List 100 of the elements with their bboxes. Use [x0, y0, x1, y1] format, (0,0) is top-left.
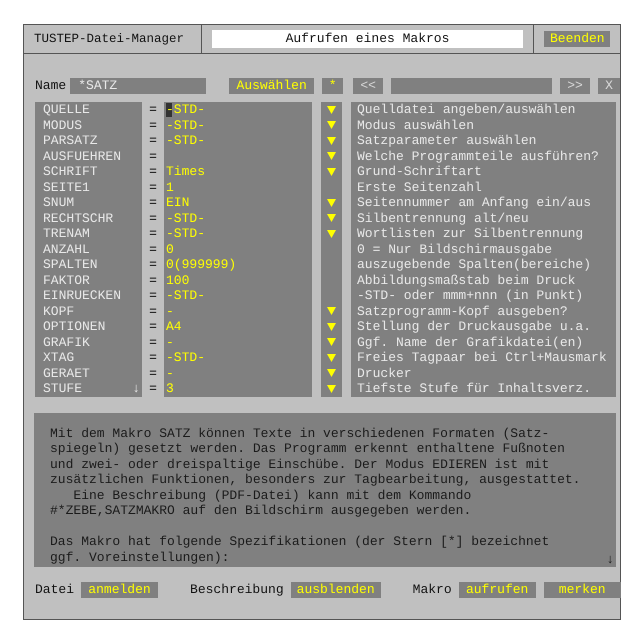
- equals-sign: =: [148, 304, 158, 319]
- parameter-description: auszugebende Spalten(bereiche): [357, 257, 592, 272]
- equals-sign: =: [148, 242, 158, 257]
- parameter-value-field[interactable]: -STD-: [164, 210, 312, 226]
- parameter-description: Drucker: [357, 366, 412, 380]
- parameter-value-field[interactable]: -STD-: [164, 350, 312, 366]
- parameter-name: GRAFIK: [43, 334, 90, 350]
- parameter-name: SEITE1: [43, 180, 90, 195]
- star-button[interactable]: *: [322, 78, 344, 94]
- clear-button[interactable]: X: [598, 78, 620, 94]
- equals-sign: =: [148, 226, 158, 242]
- equals-sign: =: [148, 210, 158, 226]
- scroll-down-mark[interactable]: ↓: [132, 381, 140, 396]
- parameter-description: Ggf. Name der Grafikdatei(en): [357, 334, 584, 350]
- parameter-description: Satzprogramm-Kopf ausgeben?: [357, 304, 568, 318]
- dialog-heading: Aufrufen eines Makros: [212, 30, 523, 48]
- name-field[interactable]: *SATZ: [70, 78, 206, 94]
- dropdown-cell[interactable]: [321, 381, 342, 396]
- description-text: #*ZEBE,SATZMAKRO auf den Bildschirm ausgegeben werden.: [50, 503, 472, 518]
- description-text: zusätzlichen Funktionen, besonders zur Tagbearbeitung, ausgestattet.: [50, 472, 580, 487]
- parameter-name: SNUM: [43, 195, 74, 210]
- footer-label: Datei: [35, 582, 74, 597]
- parameter-name: RECHTSCHR: [43, 210, 114, 226]
- description-text: Das Makro hat folgende Spezifikationen (der Stern [*] bezeichnet: [50, 534, 550, 549]
- parameter-description: Silbentrennung alt/neu: [357, 210, 529, 226]
- parameter-value-field[interactable]: -: [164, 304, 312, 319]
- parameter-value-field[interactable]: -: [164, 366, 312, 381]
- parameter-value-field[interactable]: -STD-: [164, 288, 312, 304]
- parameter-name: MODUS: [43, 118, 82, 133]
- parameter-name: ANZAHL: [43, 242, 90, 257]
- parameter-description: Abbildungsmaßstab beim Druck: [357, 272, 576, 288]
- parameter-value-field[interactable]: 0(999999): [164, 257, 312, 272]
- parameter-name: OPTIONEN: [43, 319, 106, 334]
- footer-label: Makro: [412, 582, 452, 597]
- equals-sign: =: [148, 350, 158, 366]
- parameter-value-field[interactable]: -STD-: [164, 226, 312, 242]
- description-text: und zwei- oder dreispaltige Einschübe. Der Modus EDIEREN ist mit: [50, 456, 550, 472]
- parameter-description: Satzparameter auswählen: [357, 133, 536, 148]
- parameter-description: Erste Seitenzahl: [357, 180, 482, 194]
- parameter-value-field[interactable]: -STD-: [164, 133, 312, 148]
- parameter-name: SCHRIFT: [43, 164, 98, 180]
- equals-sign: =: [148, 164, 158, 180]
- parameter-name: QUELLE: [43, 102, 90, 118]
- parameter-description: Seitennummer am Anfang ein/aus: [357, 195, 592, 210]
- equals-sign: =: [148, 272, 158, 288]
- equals-sign: =: [148, 118, 158, 133]
- parameter-value-field[interactable]: Times: [164, 164, 312, 180]
- description-text: Mit dem Makro SATZ können Texte in verschiedenen Formaten (Satz-: [50, 426, 550, 440]
- parameter-value-field[interactable]: 1: [164, 180, 312, 195]
- footer-button[interactable]: ausblenden: [290, 582, 381, 598]
- parameter-description: 0 = Nur Bildschirmausgabe: [357, 242, 552, 256]
- parameter-description: Wortlisten zur Silbentrennung: [357, 226, 584, 241]
- parameter-description: Tiefste Stufe für Inhaltsverz.: [357, 381, 592, 396]
- equals-sign: =: [148, 195, 158, 210]
- equals-sign: =: [148, 381, 158, 396]
- parameter-name: GERAET: [43, 366, 90, 381]
- scroll-down-mark[interactable]: ↓: [606, 552, 614, 566]
- parameter-name: XTAG: [43, 350, 74, 366]
- next-button[interactable]: >>: [560, 78, 590, 94]
- parameter-description: Freies Tagpaar bei Ctrl+Mausmark: [357, 350, 607, 365]
- parameter-description: Stellung der Druckausgabe u.a.: [357, 319, 592, 334]
- history-field[interactable]: [391, 78, 552, 94]
- equals-sign: =: [148, 288, 158, 304]
- parameter-name: STUFE: [43, 381, 82, 396]
- equals-sign: =: [148, 366, 158, 381]
- parameter-name: SPALTEN: [43, 257, 98, 272]
- equals-sign: =: [148, 133, 158, 148]
- parameter-value-field[interactable]: 100: [164, 272, 312, 288]
- description-text: spiegeln) gesetzt werden. Das Programm erkennt enthaltene Fußnoten: [50, 441, 565, 456]
- select-button[interactable]: Auswählen: [229, 78, 314, 94]
- name-label: Name: [35, 78, 66, 93]
- parameter-description: -STD- oder mmm+nnn (in Punkt): [357, 288, 584, 303]
- footer-button[interactable]: anmelden: [81, 582, 158, 598]
- parameter-value-field[interactable]: -STD-: [164, 118, 312, 133]
- parameter-description: Modus auswählen: [357, 118, 474, 132]
- description-text: ggf. Voreinstellungen):: [50, 550, 230, 564]
- equals-sign: =: [148, 148, 158, 164]
- footer-button[interactable]: merken: [544, 582, 621, 598]
- footer-label: Beschreibung: [190, 582, 284, 597]
- parameter-name: TRENAM: [43, 226, 90, 242]
- parameter-name: PARSATZ: [43, 133, 98, 148]
- parameter-value-field[interactable]: 0: [164, 242, 312, 257]
- parameter-value-field[interactable]: EIN: [164, 195, 312, 210]
- exit-button[interactable]: Beenden: [544, 31, 610, 47]
- parameter-value-field[interactable]: 3: [164, 381, 312, 396]
- window-title: TUSTEP-Datei-Manager: [34, 32, 184, 46]
- equals-sign: =: [148, 102, 158, 118]
- footer-button[interactable]: aufrufen: [458, 582, 536, 598]
- equals-sign: =: [148, 319, 158, 334]
- dropdown-cell[interactable]: [321, 102, 342, 118]
- equals-sign: =: [148, 180, 158, 195]
- equals-sign: =: [148, 257, 158, 272]
- description-text: Eine Beschreibung (PDF-Datei) kann mit dem Kommando: [72, 488, 472, 502]
- parameter-name: AUSFUEHREN: [43, 148, 122, 164]
- parameter-name: KOPF: [43, 304, 74, 319]
- previous-button[interactable]: <<: [353, 78, 384, 94]
- parameter-description: Quelldatei angeben/auswählen: [357, 102, 576, 117]
- parameter-description: Welche Programmteile ausführen?: [357, 148, 599, 164]
- parameter-value-field[interactable]: A4: [164, 319, 312, 334]
- parameter-value-field[interactable]: -: [164, 334, 312, 350]
